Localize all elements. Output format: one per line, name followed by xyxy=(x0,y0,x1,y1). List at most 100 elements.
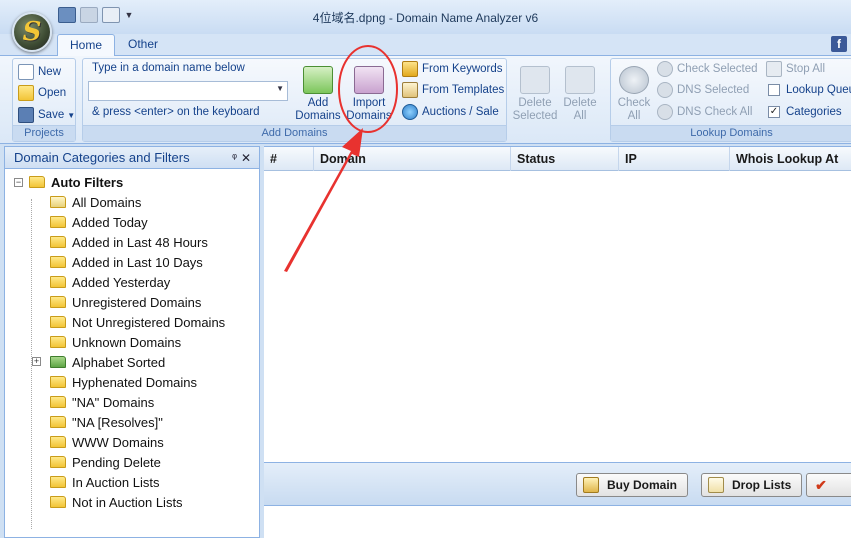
delete-all-button[interactable]: Delete All xyxy=(560,66,600,123)
tree-item-label: All Domains xyxy=(72,194,142,210)
bottom-area: Buy Domain Drop Lists ✔ xyxy=(264,462,851,538)
import-domains-button[interactable]: Import Domains xyxy=(344,66,394,123)
tree-item[interactable]: Unknown Domains xyxy=(5,332,259,352)
column-header-whois[interactable]: Whois Lookup At xyxy=(730,147,851,171)
tree-item[interactable]: Added Today xyxy=(5,212,259,232)
tree-item-label: Not in Auction Lists xyxy=(72,494,183,510)
chevron-down-icon[interactable]: ▼ xyxy=(276,84,284,93)
save-button[interactable]: Save ▼ xyxy=(18,105,75,125)
new-file-icon xyxy=(18,64,34,80)
open-button[interactable]: Open xyxy=(18,83,66,103)
tree-item-label: Not Unregistered Domains xyxy=(72,314,226,330)
save-disk-icon xyxy=(18,107,34,123)
tree-item[interactable]: Unregistered Domains xyxy=(5,292,259,312)
column-header-ip[interactable]: IP xyxy=(619,147,730,171)
key-icon xyxy=(402,61,418,77)
folder-icon xyxy=(50,416,66,428)
tree-item[interactable]: Not Unregistered Domains xyxy=(5,312,259,332)
folder-icon xyxy=(50,256,66,268)
tree-item[interactable]: WWW Domains xyxy=(5,432,259,452)
tree-root-auto-filters[interactable]: − Auto Filters xyxy=(5,172,259,192)
folder-icon xyxy=(50,316,66,328)
tab-other[interactable]: Other xyxy=(116,34,170,56)
add-plus-icon xyxy=(303,66,333,94)
stop-all-button[interactable]: Stop All xyxy=(766,59,825,79)
from-templates-button[interactable]: From Templates xyxy=(402,80,504,100)
new-button[interactable]: New xyxy=(18,62,61,82)
tree-item-label: Unknown Domains xyxy=(72,334,182,350)
tree-item[interactable]: Pending Delete xyxy=(5,452,259,472)
auctions-sale-button[interactable]: Auctions / Sale xyxy=(402,102,499,122)
title-bar: ▼ 4位域名.dpng - Domain Name Analyzer v6 xyxy=(0,0,851,34)
column-header-number[interactable]: # xyxy=(264,147,314,171)
tree-item[interactable]: Added in Last 48 Hours xyxy=(5,232,259,252)
folder-icon xyxy=(50,296,66,308)
tree-item[interactable]: + Alphabet Sorted xyxy=(5,352,259,372)
check-selected-icon xyxy=(657,61,673,77)
chevron-down-icon: ▼ xyxy=(67,110,76,120)
tree-item-label: Alphabet Sorted xyxy=(72,354,166,370)
tree-item-label: Added in Last 10 Days xyxy=(72,254,203,270)
tree-item-label: Unregistered Domains xyxy=(72,294,202,310)
column-header-status[interactable]: Status xyxy=(511,147,619,171)
tree-item[interactable]: "NA [Resolves]" xyxy=(5,412,259,432)
domain-grid[interactable]: # Domain Status IP Whois Lookup At xyxy=(264,146,851,462)
from-keywords-button[interactable]: From Keywords xyxy=(402,59,503,79)
tree-item[interactable]: In Auction Lists xyxy=(5,472,259,492)
folder-icon xyxy=(29,176,45,188)
tree-item[interactable]: Added in Last 10 Days xyxy=(5,252,259,272)
tree-item-label: "NA" Domains xyxy=(72,394,155,410)
stop-icon xyxy=(766,61,782,77)
facebook-icon[interactable]: f xyxy=(831,36,847,52)
tree-item-label: Added Today xyxy=(72,214,148,230)
globe-icon xyxy=(402,104,418,120)
lookup-queue-checkbox[interactable]: Lookup Queu xyxy=(768,80,851,100)
projects-group-label: Projects xyxy=(13,125,75,141)
tree-item-label: Added in Last 48 Hours xyxy=(72,234,208,250)
check-selected-button[interactable]: Check Selected xyxy=(657,59,758,79)
tree-item[interactable]: "NA" Domains xyxy=(5,392,259,412)
app-logo-icon: S xyxy=(22,17,42,47)
pin-icon[interactable]: ᵠ xyxy=(232,147,237,169)
checkmark-button[interactable]: ✔ xyxy=(806,473,851,497)
delete-all-icon xyxy=(565,66,595,94)
tree-item-label: "NA [Resolves]" xyxy=(72,414,163,430)
app-menu-button[interactable]: S xyxy=(12,12,52,52)
template-icon xyxy=(402,82,418,98)
tree-item[interactable]: Not in Auction Lists xyxy=(5,492,259,512)
tree-item-label: In Auction Lists xyxy=(72,474,160,490)
dns-check-all-button[interactable]: DNS Check All xyxy=(657,102,752,122)
checkbox-unchecked-icon[interactable] xyxy=(768,84,780,96)
drop-list-icon xyxy=(708,477,724,493)
domain-input-hint: Type in a domain name below xyxy=(92,62,245,74)
close-icon[interactable]: ✕ xyxy=(241,147,251,169)
domain-name-input[interactable]: ▼ xyxy=(88,81,288,101)
column-header-domain[interactable]: Domain xyxy=(314,147,511,171)
tab-home[interactable]: Home xyxy=(57,34,116,57)
tree-item[interactable]: Added Yesterday xyxy=(5,272,259,292)
folder-icon xyxy=(50,336,66,348)
check-all-button[interactable]: Check All xyxy=(614,66,654,123)
all-domains-icon xyxy=(50,196,66,208)
dns-check-all-icon xyxy=(657,104,673,120)
folder-icon xyxy=(50,456,66,468)
panel-title: Domain Categories and Filters xyxy=(14,150,190,165)
checkmark-icon: ✔ xyxy=(815,477,827,493)
drop-lists-button[interactable]: Drop Lists xyxy=(701,473,803,497)
checkbox-checked-icon[interactable]: ✓ xyxy=(768,106,780,118)
expand-icon[interactable]: + xyxy=(32,357,41,366)
panel-header: Domain Categories and Filters ᵠ ✕ xyxy=(5,147,259,169)
folder-icon xyxy=(50,216,66,228)
buy-pencil-icon xyxy=(583,477,599,493)
delete-selected-button[interactable]: Delete Selected xyxy=(512,66,558,123)
tree-item[interactable]: All Domains xyxy=(5,192,259,212)
folder-icon xyxy=(50,396,66,408)
open-folder-icon xyxy=(18,85,34,101)
buy-domain-button[interactable]: Buy Domain xyxy=(576,473,689,497)
dns-selected-button[interactable]: DNS Selected xyxy=(657,80,749,100)
folder-icon xyxy=(50,476,66,488)
add-domains-button[interactable]: Add Domains xyxy=(294,66,342,123)
categories-checkbox[interactable]: ✓ Categories xyxy=(768,102,842,122)
collapse-icon[interactable]: − xyxy=(14,177,23,187)
tree-item[interactable]: Hyphenated Domains xyxy=(5,372,259,392)
